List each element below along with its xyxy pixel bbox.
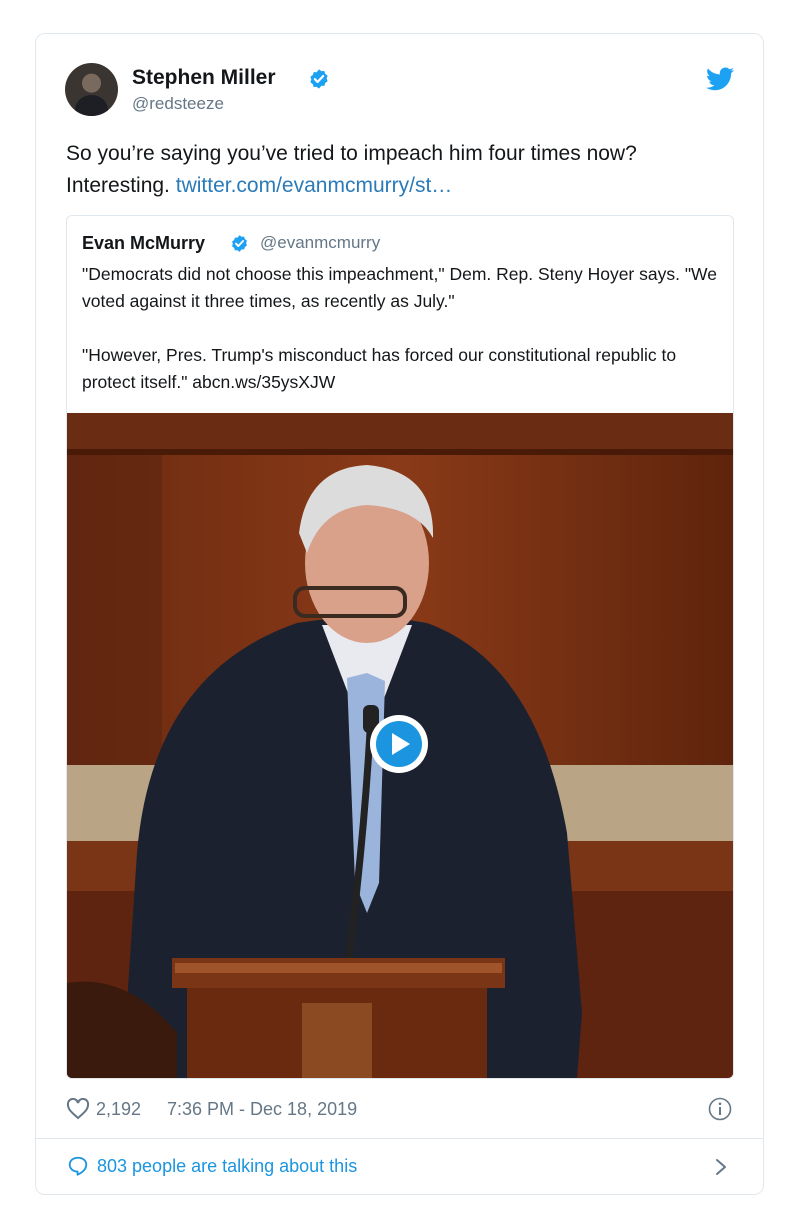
conversation-link[interactable]: 803 people are talking about this [97,1156,357,1177]
quoted-tweet[interactable]: Evan McMurry @evanmcmurry "Democrats did… [66,215,734,1079]
video-thumbnail[interactable] [67,413,733,1078]
twitter-bird-icon[interactable] [706,67,734,91]
like-count[interactable]: 2,192 [96,1099,141,1120]
heart-icon[interactable] [66,1098,90,1120]
author-name[interactable]: Stephen Miller [132,66,276,90]
quoted-paragraph-1: "Democrats did not choose this impeachme… [82,264,717,311]
verified-icon [310,69,328,89]
verified-icon [232,235,247,252]
chevron-right-icon[interactable] [714,1157,728,1177]
tweet-text: So you’re saying you’ve tried to impeach… [66,138,746,202]
author-handle[interactable]: @redsteeze [132,94,224,114]
tweet-link[interactable]: twitter.com/evanmcmurry/st… [176,174,453,197]
quoted-author-name[interactable]: Evan McMurry [82,233,205,254]
divider [36,1138,763,1139]
timestamp[interactable]: 7:36 PM - Dec 18, 2019 [167,1099,357,1120]
quoted-author-handle[interactable]: @evanmcmurry [260,233,380,253]
quoted-text: "Democrats did not choose this impeachme… [82,261,722,396]
avatar[interactable] [65,63,118,116]
comment-bubble-icon[interactable] [67,1155,89,1177]
info-icon[interactable] [708,1097,732,1121]
quoted-paragraph-2: "However, Pres. Trump's misconduct has f… [82,345,677,392]
tweet-card[interactable]: Stephen Miller @redsteeze So you’re sayi… [35,33,764,1195]
